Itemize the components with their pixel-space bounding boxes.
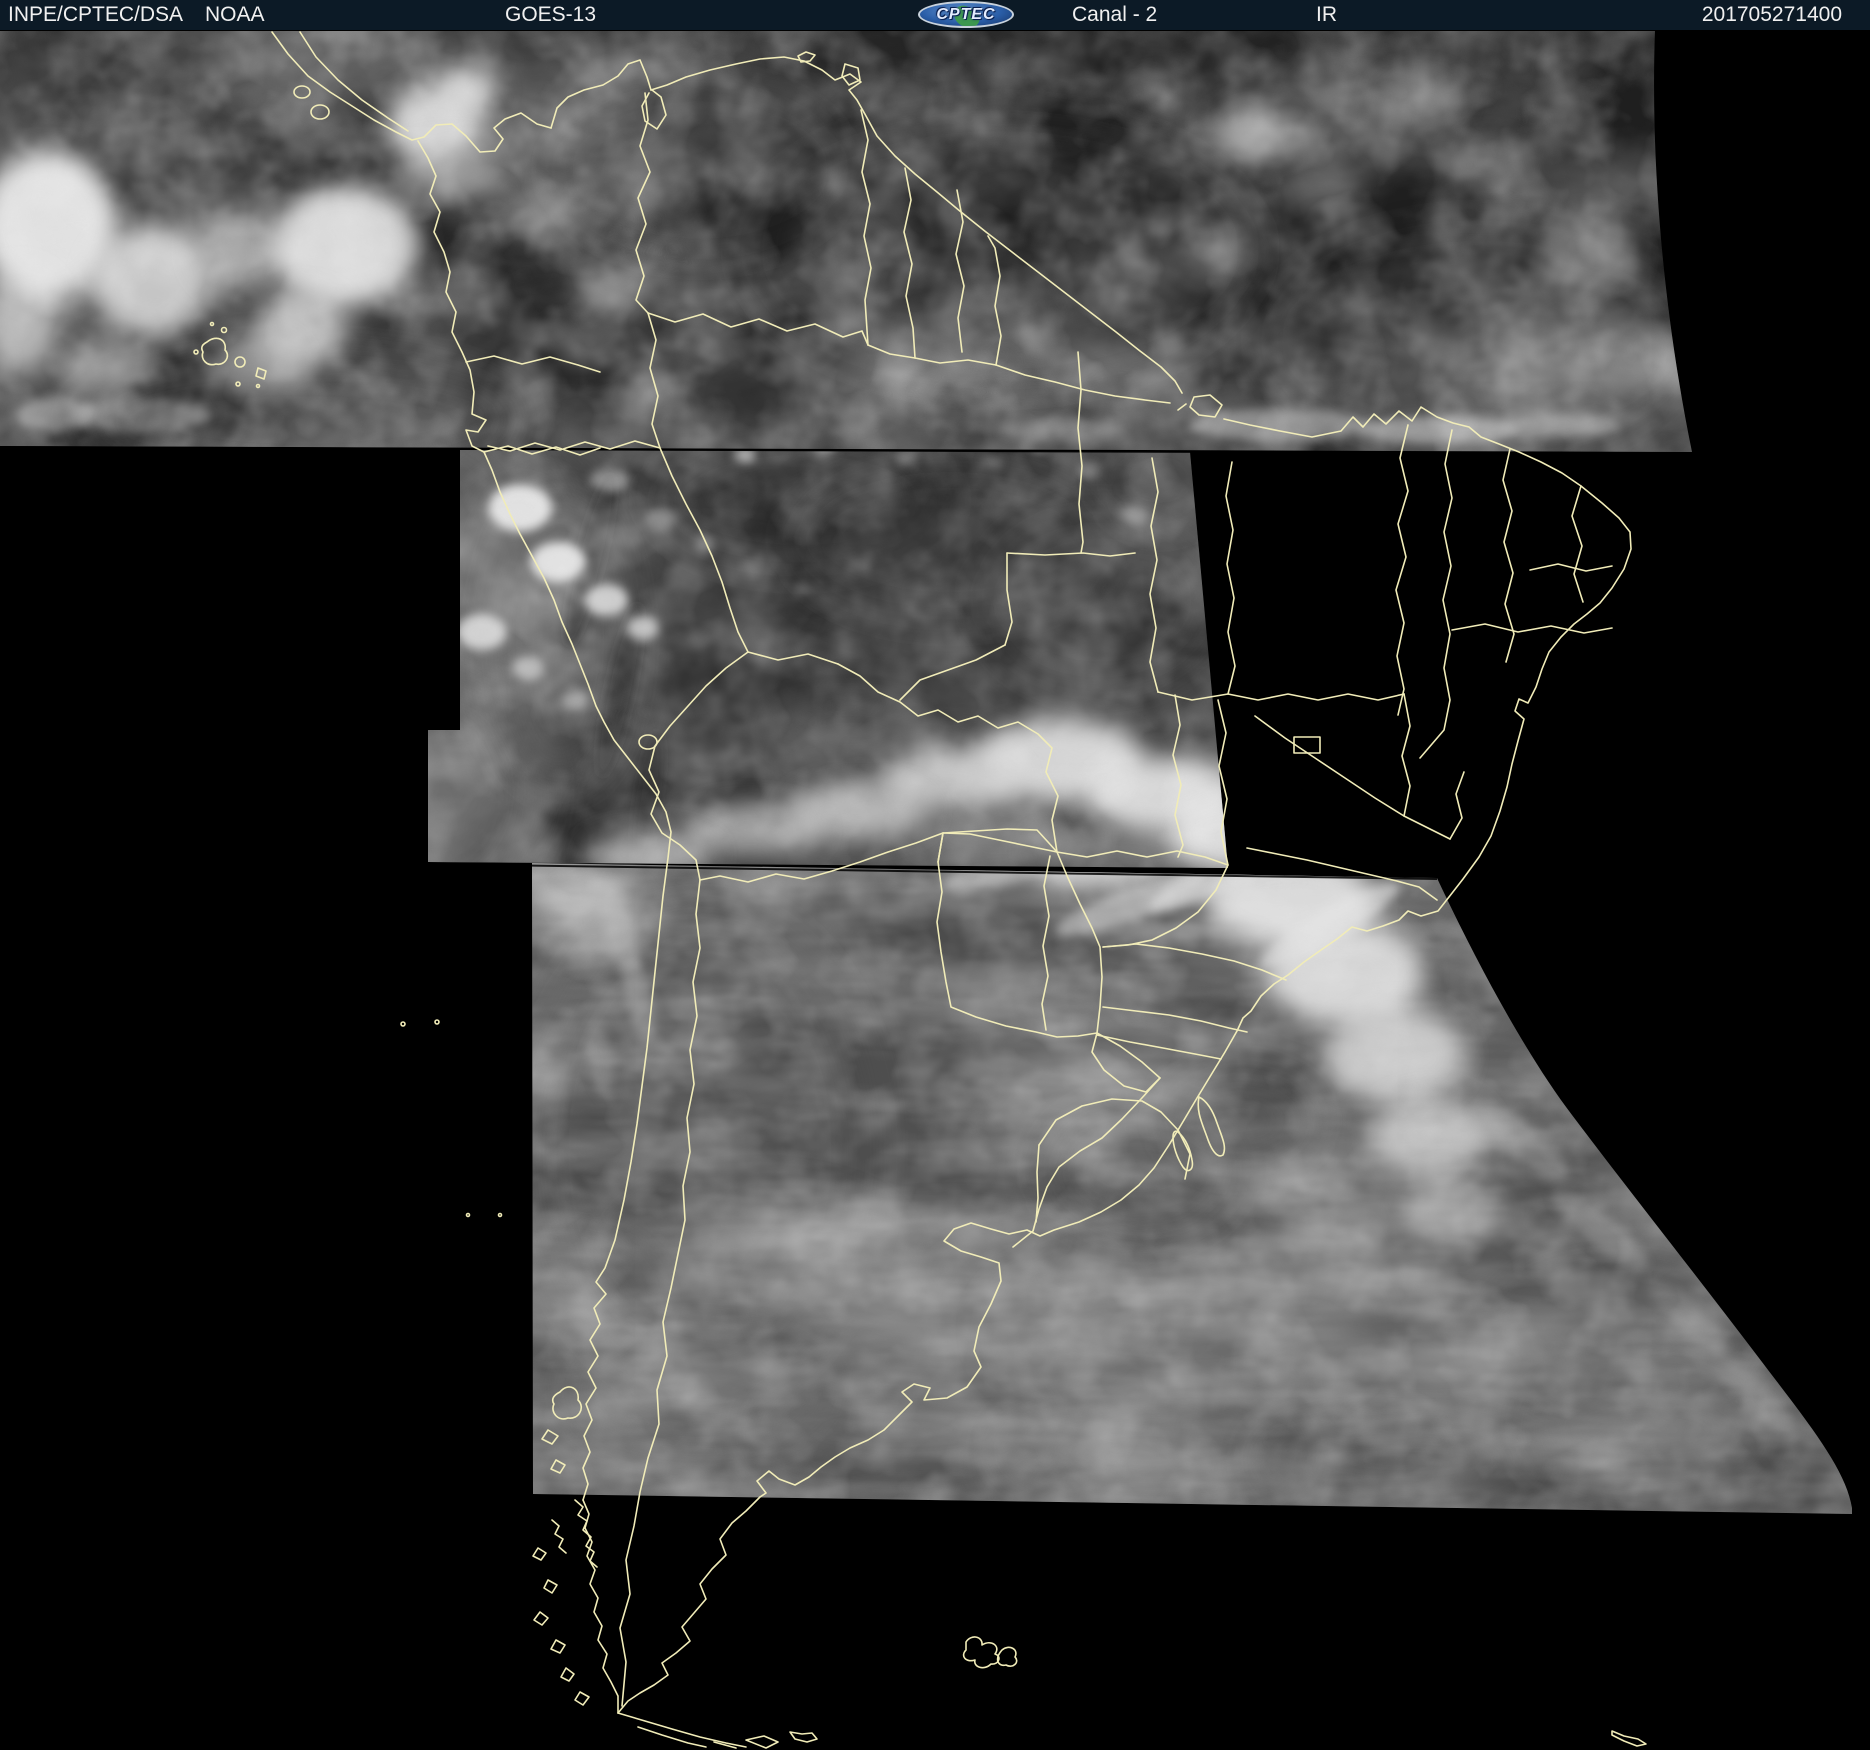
satellite-map	[0, 0, 1870, 1750]
swath-top	[0, 30, 1692, 452]
header-timestamp-label: 201705271400	[1701, 3, 1842, 26]
header-channel-label: Canal - 2	[1072, 3, 1158, 26]
header-satellite-label: GOES-13	[505, 3, 597, 26]
goes-satellite-viewer: INPE/CPTEC/DSA NOAA GOES-13 CPTEC Canal …	[0, 0, 1870, 1750]
header-noaa-label: NOAA	[205, 3, 265, 26]
satellite-image-svg	[0, 0, 1870, 1750]
image-header: INPE/CPTEC/DSA NOAA GOES-13 CPTEC Canal …	[0, 0, 1870, 31]
swath-middle	[428, 450, 1228, 868]
header-band-label: IR	[1316, 3, 1337, 26]
header-agency-label: INPE/CPTEC/DSA	[8, 3, 184, 26]
cptec-logo: CPTEC	[918, 1, 1014, 28]
cptec-logo-text: CPTEC	[936, 6, 996, 23]
